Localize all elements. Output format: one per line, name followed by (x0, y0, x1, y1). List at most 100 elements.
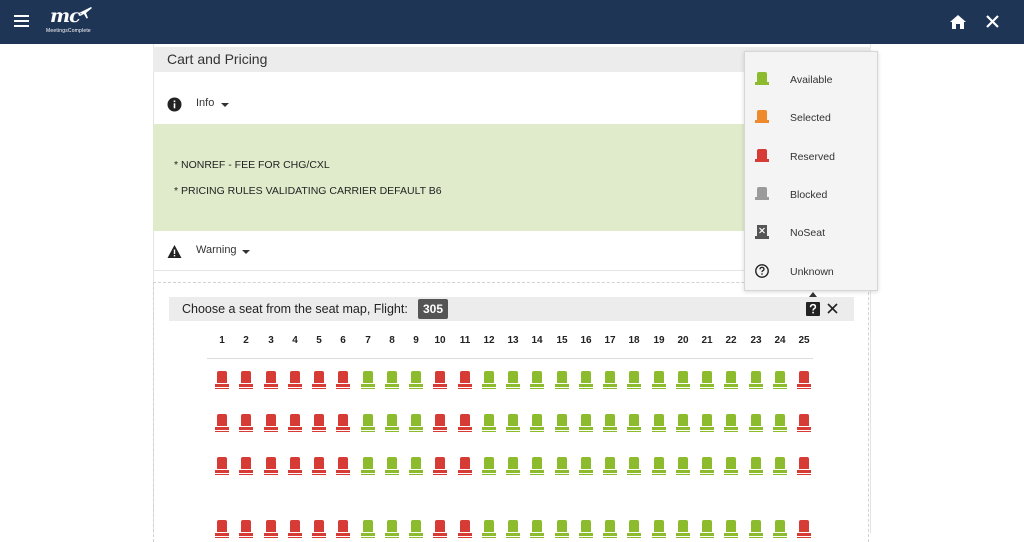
seat-available[interactable] (506, 520, 520, 539)
seat-reserved[interactable] (288, 371, 302, 390)
seat-available[interactable] (700, 520, 714, 539)
seat-available[interactable] (603, 457, 617, 476)
legend-item-noseat[interactable]: NoSeat (745, 213, 879, 251)
close-icon[interactable] (826, 302, 839, 315)
seat-reserved[interactable] (239, 414, 253, 433)
warning-toggle[interactable]: Warning (153, 237, 753, 265)
seat-available[interactable] (652, 414, 666, 433)
seat-reserved[interactable] (215, 520, 229, 539)
seat-reserved[interactable] (239, 457, 253, 476)
legend-item-available[interactable]: Available (745, 60, 879, 98)
seat-available[interactable] (627, 520, 641, 539)
legend-item-blocked[interactable]: Blocked (745, 175, 879, 213)
seat-available[interactable] (579, 414, 593, 433)
seat-available[interactable] (676, 414, 690, 433)
seat-available[interactable] (482, 371, 496, 390)
seat-reserved[interactable] (336, 520, 350, 539)
seat-available[interactable] (700, 414, 714, 433)
home-icon[interactable] (949, 13, 967, 31)
seat-reserved[interactable] (458, 520, 472, 539)
seat-available[interactable] (530, 371, 544, 390)
seat-available[interactable] (555, 457, 569, 476)
seat-available[interactable] (506, 414, 520, 433)
seat-reserved[interactable] (239, 520, 253, 539)
seat-reserved[interactable] (458, 371, 472, 390)
seat-available[interactable] (627, 414, 641, 433)
legend-item-reserved[interactable]: Reserved (745, 137, 879, 175)
seat-available[interactable] (773, 457, 787, 476)
seat-available[interactable] (652, 457, 666, 476)
seat-available[interactable] (749, 520, 763, 539)
seat-available[interactable] (530, 457, 544, 476)
seat-available[interactable] (749, 414, 763, 433)
close-icon[interactable] (984, 13, 1001, 30)
seat-reserved[interactable] (264, 520, 278, 539)
seat-available[interactable] (627, 457, 641, 476)
seat-available[interactable] (724, 457, 738, 476)
hamburger-menu-icon[interactable] (14, 15, 29, 27)
seat-reserved[interactable] (433, 371, 447, 390)
seat-available[interactable] (700, 371, 714, 390)
seat-available[interactable] (482, 457, 496, 476)
seat-available[interactable] (749, 371, 763, 390)
seat-reserved[interactable] (215, 371, 229, 390)
seat-available[interactable] (385, 414, 399, 433)
seat-available[interactable] (409, 457, 423, 476)
seat-reserved[interactable] (336, 457, 350, 476)
seat-available[interactable] (385, 520, 399, 539)
seat-reserved[interactable] (336, 414, 350, 433)
seat-available[interactable] (724, 520, 738, 539)
seat-available[interactable] (361, 414, 375, 433)
seat-available[interactable] (603, 520, 617, 539)
seat-available[interactable] (676, 520, 690, 539)
seat-available[interactable] (724, 414, 738, 433)
seat-available[interactable] (579, 457, 593, 476)
seat-reserved[interactable] (458, 414, 472, 433)
seat-reserved[interactable] (797, 457, 811, 476)
seat-available[interactable] (361, 371, 375, 390)
seat-available[interactable] (627, 371, 641, 390)
seat-available[interactable] (773, 414, 787, 433)
seat-reserved[interactable] (797, 371, 811, 390)
seat-available[interactable] (579, 371, 593, 390)
seat-reserved[interactable] (433, 457, 447, 476)
seat-reserved[interactable] (312, 520, 326, 539)
seat-reserved[interactable] (264, 414, 278, 433)
seat-available[interactable] (652, 371, 666, 390)
seat-reserved[interactable] (288, 457, 302, 476)
seat-reserved[interactable] (336, 371, 350, 390)
seat-available[interactable] (700, 457, 714, 476)
seat-available[interactable] (530, 520, 544, 539)
seat-reserved[interactable] (797, 520, 811, 539)
seat-reserved[interactable] (312, 457, 326, 476)
seat-reserved[interactable] (458, 457, 472, 476)
seat-available[interactable] (482, 414, 496, 433)
seat-reserved[interactable] (433, 520, 447, 539)
seat-available[interactable] (482, 520, 496, 539)
seat-available[interactable] (652, 520, 666, 539)
seat-available[interactable] (409, 520, 423, 539)
seat-available[interactable] (676, 457, 690, 476)
seat-available[interactable] (361, 457, 375, 476)
seat-reserved[interactable] (239, 371, 253, 390)
seat-reserved[interactable] (288, 414, 302, 433)
seat-available[interactable] (506, 371, 520, 390)
seat-available[interactable] (506, 457, 520, 476)
legend-item-unknown[interactable]: Unknown (745, 252, 879, 290)
seat-available[interactable] (555, 371, 569, 390)
info-toggle[interactable]: Info (153, 90, 753, 118)
legend-item-selected[interactable]: Selected (745, 98, 879, 136)
seat-available[interactable] (530, 414, 544, 433)
seat-available[interactable] (361, 520, 375, 539)
seat-available[interactable] (555, 520, 569, 539)
seat-available[interactable] (555, 414, 569, 433)
seat-available[interactable] (773, 520, 787, 539)
seat-available[interactable] (603, 371, 617, 390)
seat-available[interactable] (676, 371, 690, 390)
seat-reserved[interactable] (312, 371, 326, 390)
seat-available[interactable] (603, 414, 617, 433)
seat-reserved[interactable] (264, 371, 278, 390)
seat-available[interactable] (749, 457, 763, 476)
seat-available[interactable] (409, 414, 423, 433)
seat-available[interactable] (773, 371, 787, 390)
